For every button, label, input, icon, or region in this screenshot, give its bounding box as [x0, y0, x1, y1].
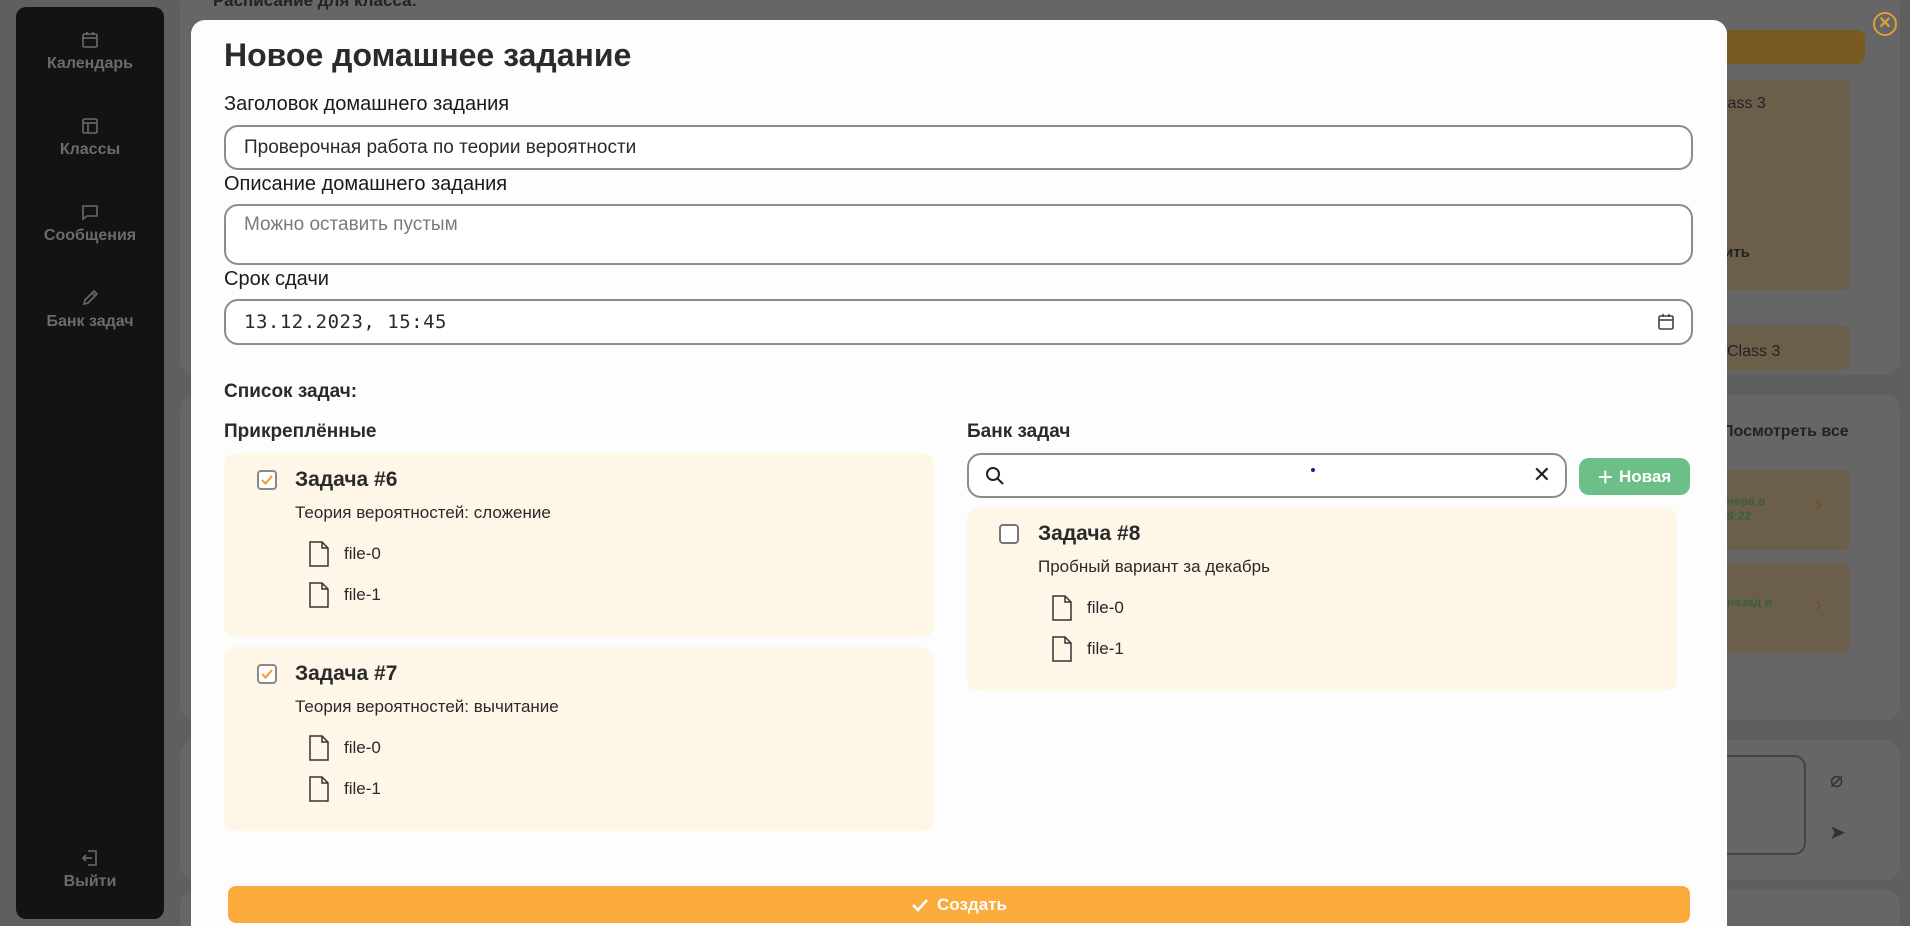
file-icon: [1051, 635, 1073, 663]
attached-task-card[interactable]: Задача #6 Теория вероятностей: сложение …: [224, 453, 934, 637]
sidebar-item-messages[interactable]: Сообщения: [16, 203, 164, 245]
file-attachment[interactable]: file-0: [308, 540, 381, 568]
file-attachment[interactable]: file-0: [308, 734, 381, 762]
file-name: file-0: [1087, 598, 1124, 617]
search-icon: [985, 466, 1005, 486]
sidebar-item-label: Сообщения: [43, 227, 137, 244]
view-all-link[interactable]: Посмотреть все: [1722, 423, 1849, 441]
task-checkbox[interactable]: [257, 470, 277, 490]
message-icon: [81, 203, 99, 221]
clear-icon[interactable]: ✕: [1533, 464, 1551, 486]
file-name: file-1: [344, 779, 381, 798]
check-icon: [911, 898, 929, 912]
sidebar-item-task-bank[interactable]: Банк задач: [16, 289, 164, 331]
bank-task-card[interactable]: Задача #8 Пробный вариант за декабрь fil…: [967, 507, 1677, 691]
due-date-input[interactable]: 13.12.2023, 15:45: [224, 299, 1693, 345]
new-task-button[interactable]: + Новая: [1579, 458, 1690, 495]
title-input[interactable]: Проверочная работа по теории вероятности: [224, 125, 1693, 170]
schedule-header: Расписание для класса:: [213, 0, 418, 10]
logout-icon: [81, 849, 99, 867]
schedule-bar: [1720, 30, 1865, 64]
file-icon: [308, 581, 330, 609]
pencil-icon: [81, 289, 99, 307]
task-title: Задача #8: [1038, 522, 1141, 545]
paperclip-icon[interactable]: ⌀: [1830, 767, 1843, 793]
task-checkbox[interactable]: [257, 664, 277, 684]
logout-button[interactable]: Выйти: [16, 849, 164, 891]
card-fragment: ить: [1724, 244, 1750, 261]
desc-field-label: Описание домашнего задания: [224, 173, 508, 195]
close-icon[interactable]: ✕: [1873, 12, 1897, 36]
class-label: Class 3: [1727, 343, 1781, 360]
sidebar-item-calendar[interactable]: Календарь: [16, 31, 164, 73]
calendar-icon: [81, 31, 99, 49]
task-list-label: Список задач:: [224, 381, 358, 402]
message-time: чера в: [1727, 494, 1766, 508]
sidebar-item-label: Классы: [59, 141, 121, 158]
create-button-label: Создать: [937, 894, 1007, 914]
file-icon: [308, 734, 330, 762]
file-icon: [1051, 594, 1073, 622]
sidebar-item-label: Банк задач: [46, 313, 134, 330]
chevron-right-icon[interactable]: ›: [1815, 494, 1822, 517]
task-title: Задача #6: [295, 468, 398, 491]
task-checkbox[interactable]: [999, 524, 1019, 544]
task-description: Пробный вариант за декабрь: [1038, 557, 1270, 576]
send-icon[interactable]: ➤: [1829, 820, 1846, 845]
desc-textarea[interactable]: Можно оставить пустым: [224, 204, 1693, 265]
file-name: file-0: [344, 738, 381, 757]
plus-icon: +: [1597, 461, 1613, 492]
due-date-label: Срок сдачи: [224, 268, 329, 290]
task-description: Теория вероятностей: сложение: [295, 503, 551, 522]
attached-task-card[interactable]: Задача #7 Теория вероятностей: вычитание…: [224, 647, 934, 831]
class-label: lass 3: [1724, 95, 1766, 112]
task-title: Задача #7: [295, 662, 398, 685]
attached-label: Прикреплённые: [224, 421, 377, 442]
sidebar-item-classes[interactable]: Классы: [16, 117, 164, 159]
title-field-label: Заголовок домашнего задания: [224, 93, 510, 115]
file-attachment[interactable]: file-0: [1051, 594, 1124, 622]
create-button[interactable]: Создать: [228, 886, 1690, 923]
file-attachment[interactable]: file-1: [308, 581, 381, 609]
task-description: Теория вероятностей: вычитание: [295, 697, 559, 716]
message-time: назад в: [1727, 595, 1772, 609]
due-date-value: 13.12.2023, 15:45: [244, 311, 447, 333]
message-time: 9:22: [1727, 509, 1752, 523]
text-cursor: [1311, 468, 1315, 472]
file-name: file-1: [1087, 639, 1124, 658]
calendar-icon[interactable]: [1657, 313, 1675, 331]
modal-title: Новое домашнее задание: [224, 37, 632, 73]
file-name: file-1: [344, 585, 381, 604]
layout-icon: [81, 117, 99, 135]
file-icon: [308, 775, 330, 803]
sidebar: Календарь Классы Сообщения Банк задач Вы…: [16, 7, 164, 919]
sidebar-item-label: Календарь: [46, 55, 134, 72]
bank-label: Банк задач: [967, 421, 1071, 442]
file-name: file-0: [344, 544, 381, 563]
new-task-button-label: Новая: [1618, 466, 1672, 486]
chevron-right-icon[interactable]: ›: [1815, 594, 1822, 617]
file-attachment[interactable]: file-1: [1051, 635, 1124, 663]
file-icon: [308, 540, 330, 568]
new-homework-modal: Новое домашнее задание Заголовок домашне…: [191, 20, 1727, 926]
task-bank-search-input[interactable]: ✕: [967, 453, 1567, 498]
file-attachment[interactable]: file-1: [308, 775, 381, 803]
logout-label: Выйти: [63, 873, 117, 890]
